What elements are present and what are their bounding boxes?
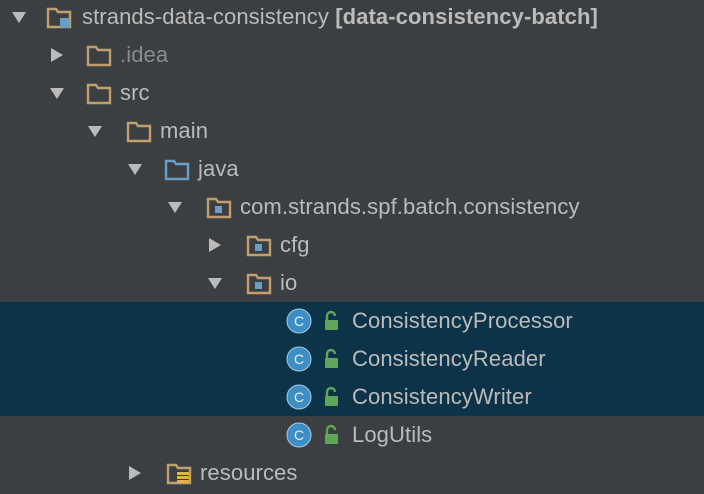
- tree-label-main: main: [160, 118, 209, 143]
- chevron-down-icon[interactable]: [128, 162, 142, 176]
- tree-label-resources: resources: [200, 460, 298, 485]
- folder-icon: [86, 42, 112, 68]
- folder-icon: [126, 118, 152, 144]
- tree-row-consistency-reader[interactable]: C ConsistencyReader: [0, 340, 704, 378]
- tree-label-consistency-writer: ConsistencyWriter: [352, 384, 532, 409]
- chevron-down-icon[interactable]: [50, 86, 64, 100]
- svg-text:C: C: [294, 351, 304, 367]
- chevron-down-icon[interactable]: [88, 124, 102, 138]
- tree-row-consistency-writer[interactable]: C ConsistencyWriter: [0, 378, 704, 416]
- tree-label-cfg: cfg: [280, 232, 310, 257]
- chevron-right-icon[interactable]: [128, 466, 142, 480]
- tree-row-package[interactable]: com.strands.spf.batch.consistency: [0, 188, 704, 226]
- chevron-right-icon[interactable]: [208, 238, 222, 252]
- tree-row-log-utils[interactable]: C LogUtils: [0, 416, 704, 454]
- tree-row-resources[interactable]: resources: [0, 454, 704, 492]
- unlocked-icon: [322, 424, 342, 446]
- project-name: strands-data-consistency: [82, 4, 329, 29]
- chevron-right-icon[interactable]: [50, 48, 64, 62]
- unlocked-icon: [322, 310, 342, 332]
- class-icon: C: [286, 384, 312, 410]
- class-icon: C: [286, 346, 312, 372]
- tree-row-java[interactable]: java: [0, 150, 704, 188]
- tree-label-java: java: [198, 156, 239, 181]
- tree-label-package: com.strands.spf.batch.consistency: [240, 194, 580, 219]
- tree-row-idea[interactable]: .idea: [0, 36, 704, 74]
- svg-text:C: C: [294, 427, 304, 443]
- tree-label-idea: .idea: [120, 42, 169, 67]
- module-folder-icon: [46, 4, 72, 30]
- package-icon: [206, 194, 232, 220]
- tree-row-consistency-processor[interactable]: C ConsistencyProcessor: [0, 302, 704, 340]
- svg-text:C: C: [294, 389, 304, 405]
- tree-row-main[interactable]: main: [0, 112, 704, 150]
- unlocked-icon: [322, 348, 342, 370]
- tree-label-io: io: [280, 270, 298, 295]
- tree-row-project-root[interactable]: strands-data-consistency [data-consisten…: [0, 0, 704, 36]
- tree-label-consistency-processor: ConsistencyProcessor: [352, 308, 573, 333]
- chevron-down-icon[interactable]: [12, 10, 26, 24]
- tree-label-log-utils: LogUtils: [352, 422, 433, 447]
- class-icon: C: [286, 308, 312, 334]
- tree-row-io[interactable]: io: [0, 264, 704, 302]
- project-tree[interactable]: strands-data-consistency [data-consisten…: [0, 0, 704, 494]
- tree-label-src: src: [120, 80, 150, 105]
- unlocked-icon: [322, 386, 342, 408]
- tree-row-cfg[interactable]: cfg: [0, 226, 704, 264]
- module-name: [data-consistency-batch]: [335, 4, 598, 29]
- tree-label-project-root: strands-data-consistency [data-consisten…: [82, 3, 598, 31]
- svg-text:C: C: [294, 313, 304, 329]
- chevron-down-icon[interactable]: [168, 200, 182, 214]
- package-icon: [246, 232, 272, 258]
- tree-label-consistency-reader: ConsistencyReader: [352, 346, 546, 371]
- source-folder-icon: [164, 156, 190, 182]
- class-icon: C: [286, 422, 312, 448]
- package-icon: [246, 270, 272, 296]
- tree-row-src[interactable]: src: [0, 74, 704, 112]
- resources-folder-icon: [166, 460, 192, 486]
- folder-icon: [86, 80, 112, 106]
- chevron-down-icon[interactable]: [208, 276, 222, 290]
